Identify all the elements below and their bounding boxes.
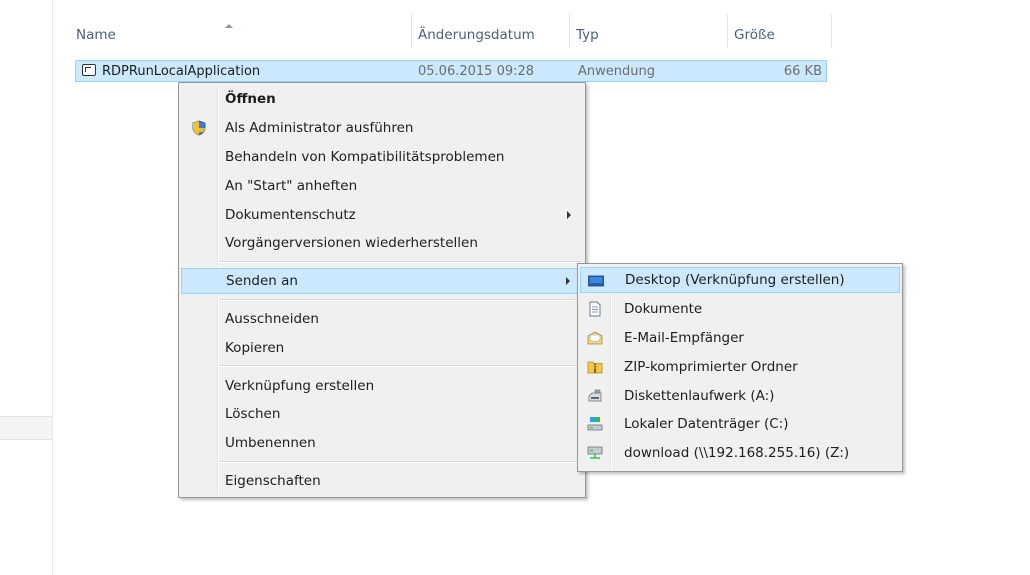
menu-item-pin-to-start-label: An "Start" anheften [225, 178, 358, 194]
menu-item-pin-to-start[interactable]: An "Start" anheften [181, 173, 583, 199]
network-drive-icon [587, 446, 603, 459]
file-size: 66 KB [783, 64, 822, 79]
desktop-icon [588, 275, 604, 287]
zip-folder-icon [587, 361, 603, 374]
submenu-item-floppy[interactable]: Diskettenlaufwerk (A:) [580, 383, 900, 409]
column-header-date[interactable]: Änderungsdatum [412, 14, 570, 48]
menu-item-troubleshoot-compat[interactable]: Behandeln von Kompatibilitätsproblemen [181, 144, 583, 170]
menu-item-delete-label: Löschen [225, 406, 281, 422]
column-header-size[interactable]: Größe [728, 14, 832, 48]
menu-separator [219, 365, 581, 367]
menu-item-restore-previous[interactable]: Vorgängerversionen wiederherstellen [181, 230, 583, 256]
column-header-name-label: Name [76, 27, 116, 43]
submenu-item-local-disk-label: Lokaler Datenträger (C:) [624, 416, 789, 432]
navigation-pane-item[interactable] [0, 416, 52, 440]
document-icon [589, 301, 601, 317]
menu-item-document-protection-label: Dokumentenschutz [225, 207, 356, 223]
menu-item-send-to-label: Senden an [226, 273, 298, 289]
column-header-type[interactable]: Typ [570, 14, 728, 48]
sort-ascending-icon [225, 24, 233, 28]
submenu-item-mail-recipient-label: E-Mail-Empfänger [624, 330, 744, 346]
mail-icon [587, 331, 603, 345]
file-name: RDPRunLocalApplication [102, 64, 261, 79]
uac-shield-icon [192, 120, 206, 136]
column-header-date-label: Änderungsdatum [418, 27, 535, 43]
local-disk-icon [587, 417, 603, 431]
submenu-item-zip-folder[interactable]: ZIP-komprimierter Ordner [580, 354, 900, 380]
submenu-item-network-drive[interactable]: download (\\192.168.255.16) (Z:) [580, 440, 900, 466]
submenu-item-documents-label: Dokumente [624, 301, 703, 317]
menu-item-open[interactable]: Öffnen [181, 86, 583, 112]
column-header-row: Name Änderungsdatum Typ Größe [52, 14, 1030, 48]
submenu-item-floppy-label: Diskettenlaufwerk (A:) [624, 388, 775, 404]
submenu-item-documents[interactable]: Dokumente [580, 296, 900, 322]
menu-item-properties[interactable]: Eigenschaften [181, 468, 583, 494]
menu-item-cut[interactable]: Ausschneiden [181, 306, 583, 332]
menu-item-restore-previous-label: Vorgängerversionen wiederherstellen [225, 235, 478, 251]
menu-item-run-as-admin-label: Als Administrator ausführen [225, 120, 414, 136]
column-header-size-label: Größe [734, 27, 775, 43]
application-icon [82, 64, 96, 76]
file-row-selected[interactable]: RDPRunLocalApplication 05.06.2015 09:28 … [75, 60, 827, 82]
menu-separator [219, 461, 581, 463]
explorer-window: Name Änderungsdatum Typ Größe RDPRunLoca… [0, 0, 1030, 575]
submenu-item-local-disk[interactable]: Lokaler Datenträger (C:) [580, 411, 900, 437]
menu-separator [219, 261, 581, 263]
menu-item-properties-label: Eigenschaften [225, 473, 321, 489]
context-menu: Öffnen Als Administrator ausführen Behan… [178, 82, 586, 498]
menu-item-run-as-admin[interactable]: Als Administrator ausführen [181, 115, 583, 141]
menu-item-rename[interactable]: Umbenennen [181, 430, 583, 456]
submenu-item-desktop-label: Desktop (Verknüpfung erstellen) [625, 272, 845, 288]
menu-item-create-shortcut-label: Verknüpfung erstellen [225, 378, 375, 394]
menu-item-cut-label: Ausschneiden [225, 311, 319, 327]
column-header-name[interactable]: Name [70, 14, 412, 48]
file-date: 05.06.2015 09:28 [418, 64, 535, 79]
menu-item-open-label: Öffnen [225, 91, 276, 107]
menu-item-copy[interactable]: Kopieren [181, 335, 583, 361]
send-to-submenu: Desktop (Verknüpfung erstellen) Dokument… [577, 263, 903, 472]
submenu-item-mail-recipient[interactable]: E-Mail-Empfänger [580, 325, 900, 351]
menu-item-rename-label: Umbenennen [225, 435, 316, 451]
submenu-item-desktop[interactable]: Desktop (Verknüpfung erstellen) [580, 267, 900, 293]
navigation-pane[interactable] [0, 0, 53, 575]
submenu-item-zip-folder-label: ZIP-komprimierter Ordner [624, 359, 798, 375]
menu-item-document-protection[interactable]: Dokumentenschutz [181, 202, 583, 228]
file-type: Anwendung [578, 64, 655, 79]
menu-item-create-shortcut[interactable]: Verknüpfung erstellen [181, 373, 583, 399]
menu-separator [219, 299, 581, 301]
menu-item-delete[interactable]: Löschen [181, 401, 583, 427]
floppy-drive-icon [588, 389, 602, 402]
submenu-item-network-drive-label: download (\\192.168.255.16) (Z:) [624, 445, 850, 461]
menu-item-send-to[interactable]: Senden an [181, 268, 583, 294]
menu-item-troubleshoot-compat-label: Behandeln von Kompatibilitätsproblemen [225, 149, 505, 165]
submenu-arrow-icon [567, 211, 571, 219]
column-header-type-label: Typ [576, 27, 599, 43]
submenu-arrow-icon [566, 277, 570, 285]
menu-item-copy-label: Kopieren [225, 340, 285, 356]
